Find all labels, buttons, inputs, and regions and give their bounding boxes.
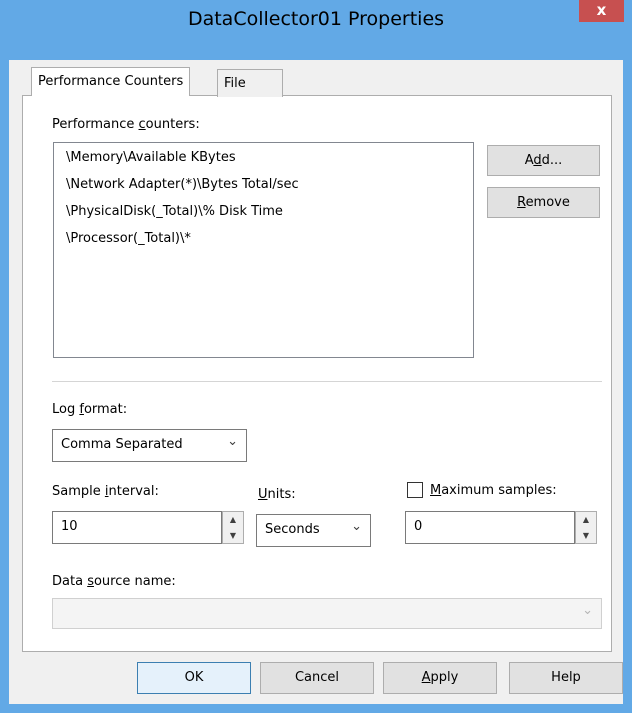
spin-up-icon[interactable]: ▲ <box>576 512 596 528</box>
log-format-select[interactable]: Comma Separated ⌄ <box>52 429 247 462</box>
spin-up-icon[interactable]: ▲ <box>223 512 243 528</box>
close-button[interactable]: x <box>579 0 624 22</box>
spin-down-icon[interactable]: ▼ <box>576 528 596 544</box>
help-button[interactable]: Help <box>509 662 623 694</box>
units-label: Units: <box>258 487 296 502</box>
sample-interval-input[interactable]: 10 <box>52 511 222 544</box>
cancel-button[interactable]: Cancel <box>260 662 374 694</box>
title-bar[interactable]: DataCollector01 Properties x <box>0 0 632 60</box>
list-item[interactable]: \Memory\Available KBytes <box>66 150 236 165</box>
performance-counters-label: Performance counters: <box>52 117 200 132</box>
chevron-down-icon: ⌄ <box>351 519 362 534</box>
separator <box>52 381 602 382</box>
close-icon: x <box>596 1 607 19</box>
add-button[interactable]: Add... <box>487 145 600 176</box>
sample-interval-spinner[interactable]: ▲ ▼ <box>222 511 244 544</box>
log-format-label: Log format: <box>52 402 128 417</box>
performance-counters-list[interactable]: \Memory\Available KBytes \Network Adapte… <box>53 142 474 358</box>
sample-interval-label: Sample interval: <box>52 484 159 499</box>
list-item[interactable]: \Processor(_Total)\* <box>66 231 191 246</box>
data-source-name-select[interactable]: ⌄ <box>52 598 602 629</box>
chevron-down-icon: ⌄ <box>227 434 238 449</box>
window-title: DataCollector01 Properties <box>187 8 445 30</box>
tab-label: Performance Counters <box>38 74 184 89</box>
maximum-samples-spinner[interactable]: ▲ ▼ <box>575 511 597 544</box>
log-format-value: Comma Separated <box>61 437 183 452</box>
tab-file[interactable]: File <box>217 69 283 97</box>
list-item[interactable]: \Network Adapter(*)\Bytes Total/sec <box>66 177 299 192</box>
apply-button[interactable]: Apply <box>383 662 497 694</box>
data-source-name-label: Data source name: <box>52 574 176 589</box>
ok-button[interactable]: OK <box>137 662 251 694</box>
units-select[interactable]: Seconds ⌄ <box>256 514 371 547</box>
maximum-samples-checkbox[interactable] <box>407 482 423 498</box>
units-value: Seconds <box>265 522 320 537</box>
maximum-samples-label[interactable]: Maximum samples: <box>430 483 557 498</box>
list-item[interactable]: \PhysicalDisk(_Total)\% Disk Time <box>66 204 283 219</box>
tab-performance-counters[interactable]: Performance Counters <box>31 67 191 96</box>
spin-down-icon[interactable]: ▼ <box>223 528 243 544</box>
remove-button[interactable]: Remove <box>487 187 600 218</box>
maximum-samples-input[interactable]: 0 <box>405 511 575 544</box>
chevron-down-icon: ⌄ <box>582 603 593 618</box>
tab-label: File <box>224 76 246 91</box>
